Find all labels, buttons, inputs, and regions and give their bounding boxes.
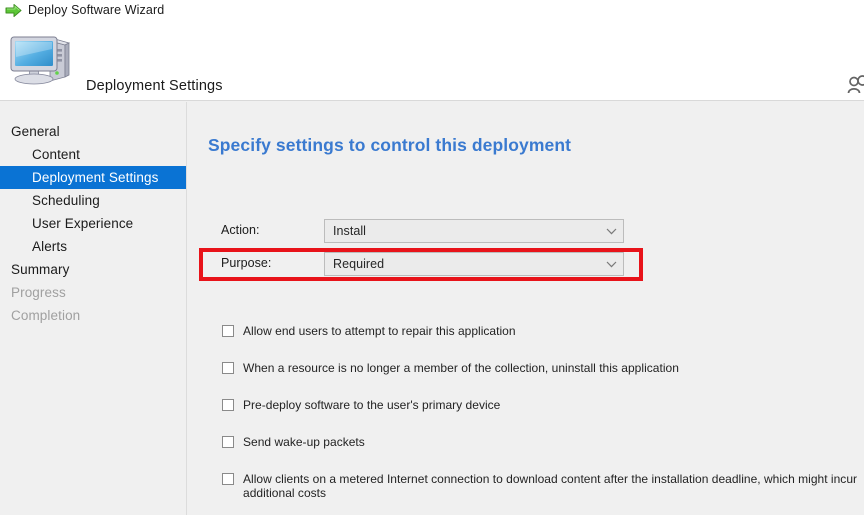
purpose-dropdown[interactable]: Required [324, 252, 624, 276]
chevron-down-icon [599, 220, 623, 242]
option-send-wake-up-packets[interactable]: Send wake-up packets [188, 435, 864, 451]
action-dropdown-value: Install [333, 224, 367, 238]
option-label: Allow clients on a metered Internet conn… [243, 472, 858, 500]
sidebar-item-general[interactable]: General [0, 120, 186, 143]
checkbox-unchecked-icon[interactable] [222, 473, 234, 485]
wizard-banner: Deployment Settings [0, 21, 864, 101]
user-account-icon[interactable] [847, 74, 864, 96]
checkbox-unchecked-icon[interactable] [222, 362, 234, 374]
action-dropdown[interactable]: Install [324, 219, 624, 243]
banner-title: Deployment Settings [86, 78, 223, 94]
wizard-body: General Content Deployment Settings Sche… [0, 102, 864, 515]
purpose-label: Purpose: [221, 256, 272, 270]
option-uninstall-on-removal[interactable]: When a resource is no longer a member of… [188, 361, 864, 377]
checkbox-unchecked-icon[interactable] [222, 399, 234, 411]
sidebar-item-summary[interactable]: Summary [0, 258, 186, 281]
chevron-down-icon [599, 253, 623, 275]
purpose-dropdown-value: Required [333, 257, 385, 271]
action-label: Action: [221, 223, 260, 237]
option-label: Send wake-up packets [243, 435, 365, 449]
option-metered-connection[interactable]: Allow clients on a metered Internet conn… [188, 472, 864, 500]
option-allow-repair[interactable]: Allow end users to attempt to repair thi… [188, 324, 864, 340]
sidebar-item-scheduling[interactable]: Scheduling [0, 189, 186, 212]
page-title: Specify settings to control this deploym… [208, 134, 572, 155]
sidebar-item-alerts[interactable]: Alerts [0, 235, 186, 258]
option-label: Allow end users to attempt to repair thi… [243, 324, 516, 338]
window-titlebar: Deploy Software Wizard [0, 0, 864, 21]
deployment-settings-pane: Specify settings to control this deploym… [188, 102, 864, 515]
deployment-options-list: Allow end users to attempt to repair thi… [188, 324, 864, 500]
sidebar-item-deployment-settings[interactable]: Deployment Settings [0, 166, 186, 189]
sidebar-item-progress: Progress [11, 285, 66, 300]
green-arrow-icon [5, 4, 22, 17]
option-label: Pre-deploy software to the user's primar… [243, 398, 501, 412]
computer-icon [10, 36, 71, 85]
wizard-step-sidebar: General Content Deployment Settings Sche… [0, 102, 187, 515]
sidebar-item-completion: Completion [11, 308, 81, 323]
deploy-software-wizard-window: Deploy Software Wizard Deployment Settin… [0, 0, 864, 515]
checkbox-unchecked-icon[interactable] [222, 436, 234, 448]
option-label: When a resource is no longer a member of… [243, 361, 679, 375]
sidebar-item-user-experience[interactable]: User Experience [0, 212, 186, 235]
action-row: Action: Install [188, 219, 864, 245]
checkbox-unchecked-icon[interactable] [222, 325, 234, 337]
purpose-row: Purpose: Required [188, 252, 864, 278]
sidebar-item-content[interactable]: Content [0, 143, 186, 166]
option-predeploy-primary-device[interactable]: Pre-deploy software to the user's primar… [188, 398, 864, 414]
window-title: Deploy Software Wizard [28, 3, 165, 18]
